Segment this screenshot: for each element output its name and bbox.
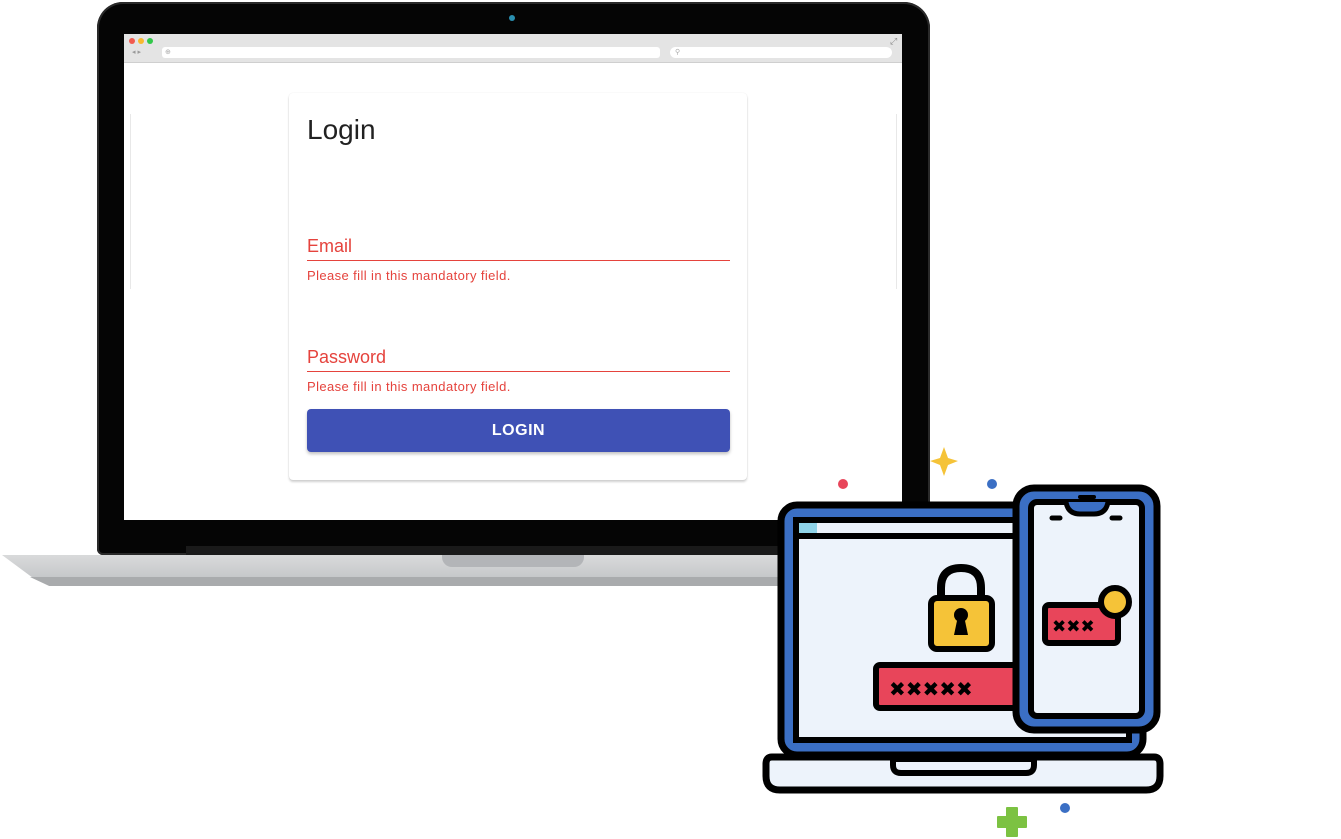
illustration-trackpad-icon — [890, 756, 1037, 776]
plus-icon — [997, 807, 1027, 837]
blue-dot-icon — [1060, 803, 1070, 813]
red-dot-icon — [838, 479, 848, 489]
notification-dot-icon — [1098, 585, 1132, 619]
laptop-password-mask: ✖✖✖✖✖ — [889, 677, 973, 701]
blue-dot-icon — [987, 479, 997, 489]
phone-password-mask: ✖✖✖ — [1052, 617, 1095, 637]
security-illustration: ✖✖✖✖✖ ✖✖✖ — [762, 447, 1164, 837]
sparkle-icon — [930, 447, 958, 476]
